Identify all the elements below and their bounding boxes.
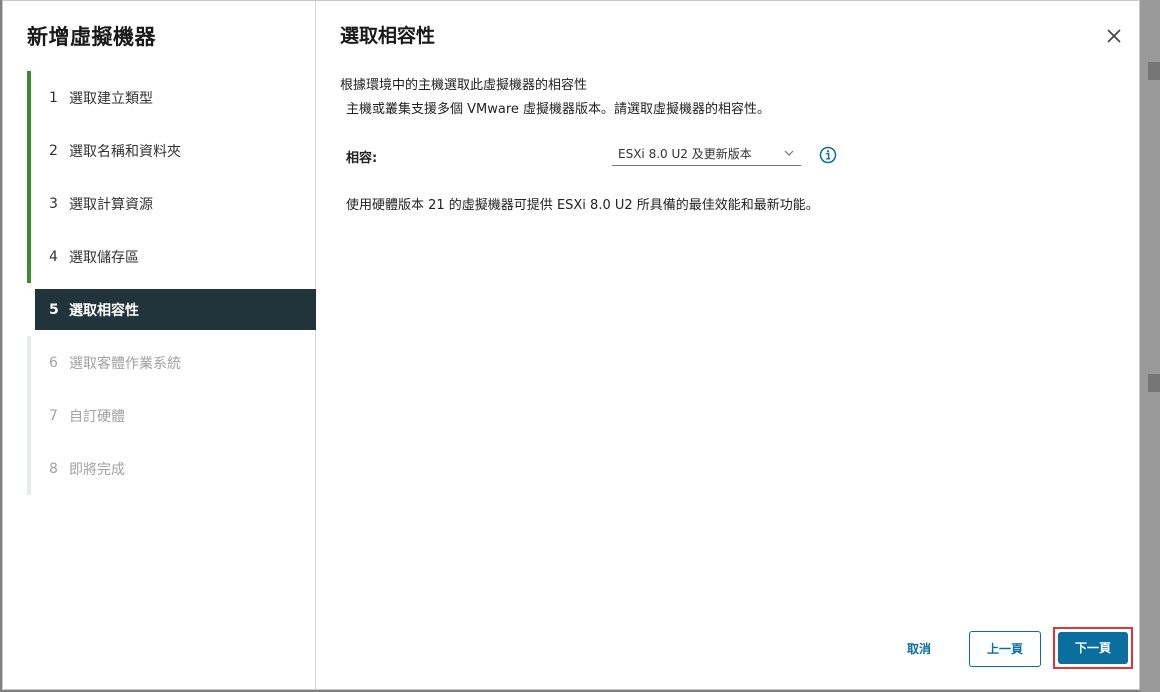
step-progress-bar [27,389,31,442]
step-number: 3 [49,195,58,212]
new-vm-wizard-dialog: 新增虛擬機器 1 選取建立類型 2 選取名稱和資料夾 3 選取計算資源 4 選取… [2,0,1140,690]
next-button-highlight: 下一頁 [1053,627,1133,669]
step-label: 選取相容性 [69,302,139,319]
step-number: 2 [49,142,58,159]
step-progress-bar [27,177,31,230]
step-number: 7 [49,407,58,424]
info-icon[interactable] [819,146,837,164]
page-description: 主機或叢集支援多個 VMware 虛擬機器版本。請選取虛擬機器的相容性。 [346,102,771,117]
close-button[interactable] [1105,27,1123,45]
step-label: 即將完成 [69,461,125,478]
back-button[interactable]: 上一頁 [969,631,1041,667]
step-progress-bar [27,230,31,283]
step-label: 選取儲存區 [69,249,139,266]
step-label: 自訂硬體 [69,408,125,425]
wizard-step-1[interactable]: 1 選取建立類型 [27,71,316,124]
wizard-step-4[interactable]: 4 選取儲存區 [27,230,316,283]
background-fragment [1148,62,1160,80]
compatibility-value: ESXi 8.0 U2 及更新版本 [618,147,752,161]
step-label: 選取名稱和資料夾 [69,143,181,160]
step-progress-bar [27,442,31,495]
step-number: 5 [49,301,59,318]
wizard-content: 選取相容性 根據環境中的主機選取此虛擬機器的相容性 主機或叢集支援多個 VMwa… [316,1,1139,689]
wizard-step-6: 6 選取客體作業系統 [27,336,316,389]
wizard-step-5[interactable]: 5 選取相容性 [35,289,316,330]
close-icon [1107,29,1121,43]
step-label: 選取計算資源 [69,196,153,213]
compatibility-select[interactable]: ESXi 8.0 U2 及更新版本 [612,142,801,166]
cancel-button[interactable]: 取消 [904,639,934,659]
step-number: 6 [49,354,58,371]
wizard-title: 新增虛擬機器 [27,25,156,49]
compatibility-label: 相容: [346,151,378,166]
step-label: 選取客體作業系統 [69,355,181,372]
wizard-step-7: 7 自訂硬體 [27,389,316,442]
wizard-steps: 1 選取建立類型 2 選取名稱和資料夾 3 選取計算資源 4 選取儲存區 5 選… [27,71,316,495]
step-progress-bar [27,336,31,389]
step-label: 選取建立類型 [69,90,153,107]
page-title: 選取相容性 [340,25,436,47]
wizard-step-8: 8 即將完成 [27,442,316,495]
next-button[interactable]: 下一頁 [1058,632,1128,664]
background-app-strip [1140,0,1160,692]
background-fragment [1148,374,1160,392]
chevron-down-icon [784,150,794,156]
page-subtitle: 根據環境中的主機選取此虛擬機器的相容性 [340,78,588,93]
wizard-step-2[interactable]: 2 選取名稱和資料夾 [27,124,316,177]
step-number: 4 [49,248,58,265]
step-progress-bar [27,124,31,177]
step-number: 8 [49,460,58,477]
step-progress-bar [27,71,31,124]
hardware-version-note: 使用硬體版本 21 的虛擬機器可提供 ESXi 8.0 U2 所具備的最佳效能和… [346,198,819,213]
wizard-sidebar: 新增虛擬機器 1 選取建立類型 2 選取名稱和資料夾 3 選取計算資源 4 選取… [3,1,316,689]
wizard-step-3[interactable]: 3 選取計算資源 [27,177,316,230]
step-number: 1 [49,89,58,106]
